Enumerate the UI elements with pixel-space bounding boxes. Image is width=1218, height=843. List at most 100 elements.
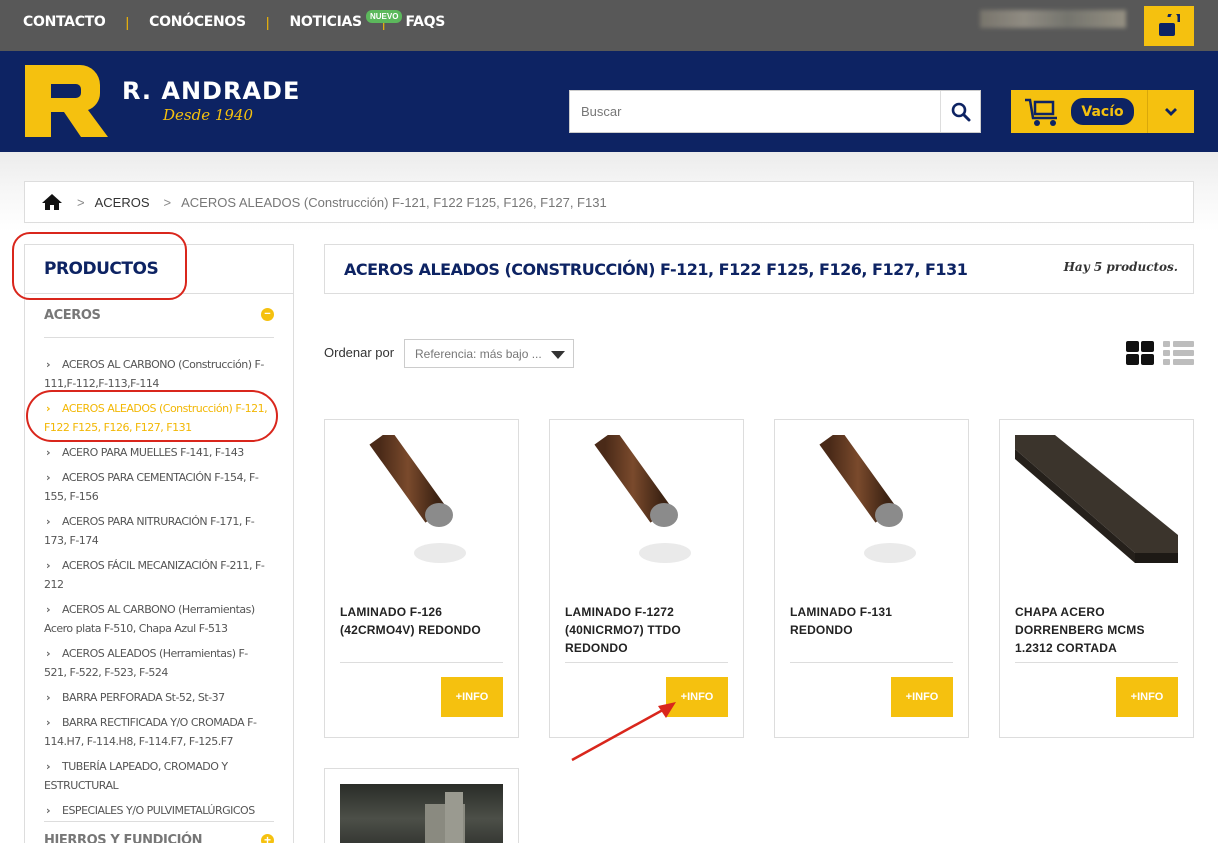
list-view-toggle[interactable] <box>1163 341 1194 366</box>
grid-view-icon <box>1126 354 1139 365</box>
subcategory-item[interactable]: › ACEROS PARA NITRURACIÓN F-171, F-173, F… <box>44 512 269 550</box>
page-title: ACEROS ALEADOS (CONSTRUCCIÓN) F-121, F12… <box>344 260 968 279</box>
cart-status: Vacío <box>1071 98 1134 125</box>
list-view-icon <box>1163 350 1170 356</box>
breadcrumb-current: ACEROS ALEADOS (Construcción) F-121, F12… <box>181 194 607 210</box>
sort-value: Referencia: más bajo ... <box>415 347 542 361</box>
sidebar: PRODUCTOS ACEROS − › ACEROS AL CARBONO (C… <box>24 244 294 843</box>
top-bar: CONTACTO | CONÓCENOS | NOTICIAS | FAQS N… <box>0 0 1218 51</box>
subcategory-item[interactable]: › TUBERÍA LAPEADO, CROMADO Y ESTRUCTURAL <box>44 757 269 795</box>
product-count: Hay 5 productos. <box>1063 260 1178 274</box>
grid-view-toggle[interactable] <box>1126 341 1154 366</box>
account-button[interactable] <box>1144 6 1194 46</box>
divider <box>1015 662 1178 663</box>
search-button[interactable] <box>940 91 980 132</box>
breadcrumb: > ACEROS > ACEROS ALEADOS (Construcción)… <box>24 181 1194 223</box>
more-info-button[interactable]: +INFO <box>441 677 503 717</box>
subcategory-item[interactable]: › ESPECIALES Y/O PULVIMETALÚRGICOS <box>44 801 269 820</box>
product-image <box>340 784 503 843</box>
product-name[interactable]: CHAPA ACERO DORRENBERG MCMS 1.2312 CORTA… <box>1015 603 1175 657</box>
home-icon[interactable] <box>41 193 63 211</box>
new-badge: NUEVO <box>366 10 403 23</box>
brand-name: R. ANDRADE <box>122 77 300 105</box>
subcategory-label: ACEROS AL CARBONO (Herramientas) Acero p… <box>44 603 255 635</box>
grid-view-icon <box>1141 341 1154 352</box>
subcategory-label: ACERO PARA MUELLES F-141, F-143 <box>62 446 244 459</box>
product-photo-shape <box>445 792 463 843</box>
nav-contacto[interactable]: CONTACTO <box>23 14 106 30</box>
subcategory-label: ACEROS ALEADOS (Herramientas) F-521, F-5… <box>44 647 248 679</box>
nav-noticias[interactable]: NOTICIAS <box>289 14 362 30</box>
subcategory-label: TUBERÍA LAPEADO, CROMADO Y ESTRUCTURAL <box>44 760 228 792</box>
annotation-arrow <box>571 702 676 762</box>
list-view-icon <box>1163 359 1170 365</box>
brand-tagline: Desde 1940 <box>162 106 253 124</box>
sidebar-category-aceros[interactable]: ACEROS <box>44 308 101 323</box>
product-image <box>819 435 916 563</box>
product-card[interactable]: LAMINADO F-131 REDONDO +INFO <box>774 419 969 738</box>
dropdown-caret-icon <box>551 351 565 359</box>
list-view-icon <box>1173 350 1194 356</box>
subcategory-item[interactable]: › ACEROS ALEADOS (Herramientas) F-521, F-… <box>44 644 269 682</box>
subcategory-label: ACEROS PARA NITRURACIÓN F-171, F-173, F-… <box>44 515 255 547</box>
list-view-icon <box>1163 341 1170 347</box>
search-input[interactable] <box>570 91 940 132</box>
product-name[interactable]: LAMINADO F-131 REDONDO <box>790 603 950 639</box>
more-info-button[interactable]: +INFO <box>891 677 953 717</box>
divider <box>44 337 274 338</box>
product-name[interactable]: LAMINADO F-126 (42CRMO4V) REDONDO <box>340 603 500 639</box>
product-card[interactable]: LAMINADO F-126 (42CRMO4V) REDONDO +INFO <box>324 419 519 738</box>
product-name[interactable]: LAMINADO F-1272 (40NICRMO7) TTDO REDONDO <box>565 603 725 657</box>
chevron-right-icon: › <box>46 471 51 484</box>
cart-button[interactable]: Vacío <box>1011 90 1194 133</box>
divider <box>565 662 728 663</box>
grid-view-icon <box>1141 354 1154 365</box>
subcategory-label: BARRA RECTIFICADA Y/O CROMADA F-114.H7, … <box>44 716 257 748</box>
chevron-right-icon: › <box>46 515 51 528</box>
chevron-right-icon: › <box>46 716 51 729</box>
product-card[interactable] <box>324 768 519 843</box>
subcategory-item[interactable]: › ACERO PARA MUELLES F-141, F-143 <box>44 443 269 462</box>
sidebar-category-hierros[interactable]: HIERROS Y FUNDICIÓN <box>44 833 203 843</box>
subcategory-item[interactable]: › ACEROS FÁCIL MECANIZACIÓN F-211, F-212 <box>44 556 269 594</box>
breadcrumb-separator: > <box>163 194 172 210</box>
subcategory-item[interactable]: › ACEROS AL CARBONO (Herramientas) Acero … <box>44 600 269 638</box>
subcategory-label: BARRA PERFORADA St-52, St-37 <box>62 691 225 704</box>
chevron-down-icon <box>1165 107 1177 116</box>
chevron-right-icon: › <box>46 804 51 817</box>
nav-separator: | <box>125 14 130 30</box>
subcategory-item[interactable]: › ACEROS AL CARBONO (Construcción) F-111,… <box>44 355 269 393</box>
breadcrumb-separator: > <box>77 194 85 210</box>
product-card[interactable]: LAMINADO F-1272 (40NICRMO7) TTDO REDONDO… <box>549 419 744 738</box>
product-image <box>594 435 691 563</box>
brand-logo[interactable]: R. ANDRADE Desde 1940 <box>25 65 305 137</box>
more-info-button[interactable]: +INFO <box>1116 677 1178 717</box>
nav-faqs[interactable]: FAQS <box>405 14 445 30</box>
subcategory-item[interactable]: › BARRA PERFORADA St-52, St-37 <box>44 688 269 707</box>
nav-separator: | <box>265 14 270 30</box>
product-image <box>369 435 466 563</box>
sort-select[interactable]: Referencia: más bajo ... <box>404 339 574 368</box>
subcategory-item[interactable]: › BARRA RECTIFICADA Y/O CROMADA F-114.H7,… <box>44 713 269 751</box>
chevron-right-icon: › <box>46 760 51 773</box>
chevron-right-icon: › <box>46 603 51 616</box>
product-card[interactable]: CHAPA ACERO DORRENBERG MCMS 1.2312 CORTA… <box>999 419 1194 738</box>
list-view-icon <box>1173 341 1194 347</box>
divider <box>790 662 953 663</box>
grid-view-icon <box>1126 341 1139 352</box>
annotation-circle <box>26 390 278 442</box>
subcategory-label: ACEROS FÁCIL MECANIZACIÓN F-211, F-212 <box>44 559 265 591</box>
breadcrumb-link-aceros[interactable]: ACEROS <box>95 195 150 210</box>
cart-dropdown-toggle[interactable] <box>1148 90 1194 133</box>
subcategory-label: ESPECIALES Y/O PULVIMETALÚRGICOS <box>62 804 255 817</box>
subcategory-label: ACEROS PARA CEMENTACIÓN F-154, F-155, F-… <box>44 471 259 503</box>
collapse-icon[interactable]: − <box>261 308 274 321</box>
nav-conocenos[interactable]: CONÓCENOS <box>149 14 246 30</box>
blurred-user-name <box>980 10 1126 28</box>
unlock-icon <box>1159 14 1180 36</box>
annotation-circle <box>12 232 187 300</box>
subcategory-item[interactable]: › ACEROS PARA CEMENTACIÓN F-154, F-155, F… <box>44 468 269 506</box>
search-icon <box>951 102 970 121</box>
chevron-right-icon: › <box>46 358 51 371</box>
expand-icon[interactable]: + <box>261 834 274 843</box>
